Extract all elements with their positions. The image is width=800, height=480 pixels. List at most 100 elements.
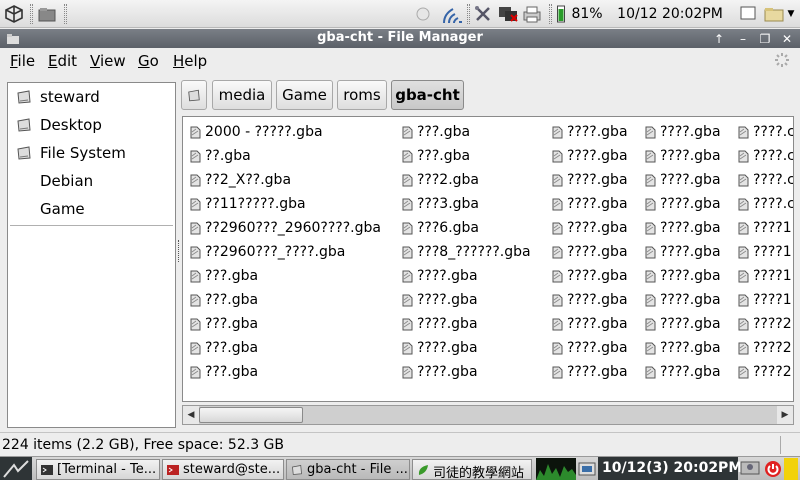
horizontal-scrollbar[interactable]: ◀ ▶ xyxy=(182,405,794,425)
app-menu-icon[interactable] xyxy=(2,0,26,28)
menu-file[interactable]: File xyxy=(10,52,35,70)
notification-icon[interactable] xyxy=(414,0,432,28)
file-icon xyxy=(552,294,563,307)
status-separator xyxy=(780,436,781,454)
file-name: ????.c xyxy=(753,124,794,140)
path-segment-roms[interactable]: roms xyxy=(337,80,387,110)
user-switch-icon[interactable] xyxy=(740,460,760,478)
menu-go[interactable]: Go xyxy=(138,52,159,70)
file-name: ???.gba xyxy=(205,316,259,332)
file-icon xyxy=(190,222,201,235)
panel-separator xyxy=(30,4,33,24)
file-icon xyxy=(190,318,201,331)
place-desktop[interactable]: Desktop xyxy=(8,112,175,138)
place-debian[interactable]: Debian xyxy=(8,168,175,194)
top-clock[interactable]: 10/12 20:02PM xyxy=(617,6,723,22)
file-name: ????.c xyxy=(753,196,794,212)
file-name: ???.gba xyxy=(205,268,259,284)
menu-help[interactable]: Help xyxy=(173,52,207,70)
file-icon xyxy=(402,150,413,163)
start-menu-icon[interactable] xyxy=(0,457,32,480)
shade-button[interactable]: ↑ xyxy=(710,31,728,46)
drive-icon xyxy=(17,146,31,160)
scroll-right-button[interactable]: ▶ xyxy=(777,406,793,424)
file-name: ????.gba xyxy=(567,268,628,284)
path-segment-game[interactable]: Game xyxy=(276,80,333,110)
menu-edit[interactable]: Edit xyxy=(48,52,77,70)
drive-icon xyxy=(17,118,31,132)
panel-separator xyxy=(549,4,552,24)
file-name: ??.gba xyxy=(205,148,251,164)
panel-separator xyxy=(467,4,470,24)
maximize-button[interactable]: ❐ xyxy=(756,31,774,46)
taskbar-clock[interactable]: 10/12(3) 20:02PM xyxy=(602,460,742,476)
place-game[interactable]: Game xyxy=(8,196,175,222)
task-terminal[interactable]: [Terminal - Te... xyxy=(36,459,160,480)
file-name: ????.gba xyxy=(660,196,721,212)
file-name: ????.gba xyxy=(660,172,721,188)
file-name: ????.gba xyxy=(567,340,628,356)
top-clock-area[interactable]: 10/12 20:02PM xyxy=(610,0,730,28)
path-segment-gba-cht[interactable]: gba-cht xyxy=(391,80,464,110)
file-name: ????.c xyxy=(753,172,794,188)
wifi-signal-icon[interactable] xyxy=(440,0,464,28)
trash-icon[interactable] xyxy=(784,458,798,480)
file-name: ????.gba xyxy=(660,340,721,356)
cpu-monitor-graph xyxy=(536,458,576,480)
place-file-system[interactable]: File System xyxy=(8,140,175,166)
file-name: ???.gba xyxy=(205,364,259,380)
place-label: steward xyxy=(40,88,100,106)
file-icon xyxy=(552,342,563,355)
file-name: ????1 xyxy=(753,292,792,308)
minimize-button[interactable]: – xyxy=(734,31,752,46)
file-icon xyxy=(738,246,749,259)
file-icon xyxy=(552,318,563,331)
network-disconnected-icon[interactable] xyxy=(496,0,520,28)
file-icon xyxy=(190,342,201,355)
panel-separator xyxy=(64,4,67,24)
leaf-icon xyxy=(418,465,428,475)
file-icon xyxy=(402,318,413,331)
printer-icon[interactable] xyxy=(520,0,544,28)
file-name: ???.gba xyxy=(205,292,259,308)
place-steward[interactable]: steward xyxy=(8,84,175,110)
menu-view[interactable]: View xyxy=(90,52,126,70)
task-browser[interactable]: 司徒的教學網站 xyxy=(412,459,532,480)
pane-resize-handle[interactable] xyxy=(178,240,181,262)
file-name: ????.gba xyxy=(417,316,478,332)
file-name: ????.gba xyxy=(567,172,628,188)
file-icon xyxy=(738,342,749,355)
file-icon xyxy=(738,222,749,235)
file-icon xyxy=(552,198,563,211)
screenshot-icon[interactable] xyxy=(578,460,596,478)
file-name: ????.gba xyxy=(567,124,628,140)
close-button[interactable]: ✕ xyxy=(778,31,796,46)
scrollbar-thumb[interactable] xyxy=(199,407,303,423)
menu-bar: File Edit View Go Help xyxy=(0,48,800,74)
file-list-view[interactable]: 2000 - ?????.gba ??.gba ??2_X??.gba ??11???… xyxy=(182,116,794,402)
file-icon xyxy=(645,294,656,307)
file-icon xyxy=(738,270,749,283)
file-icon xyxy=(190,294,201,307)
scroll-left-button[interactable]: ◀ xyxy=(183,406,199,424)
path-root-button[interactable] xyxy=(181,80,207,110)
task-steward-terminal[interactable]: steward@ste... xyxy=(162,459,284,480)
folder-launcher-icon[interactable] xyxy=(36,0,58,28)
battery-icon[interactable] xyxy=(554,0,568,28)
path-segment-media[interactable]: media xyxy=(212,80,272,110)
file-name: ??2960???_????.gba xyxy=(205,244,346,260)
task-file-manager[interactable]: gba-cht - File ... xyxy=(286,459,410,480)
file-icon xyxy=(645,366,656,379)
settings-tools-icon[interactable] xyxy=(472,0,494,28)
sidebar-divider xyxy=(10,225,173,226)
desktop-switch-icon[interactable] xyxy=(738,0,758,28)
file-name: ????2 xyxy=(753,316,792,332)
power-icon[interactable] xyxy=(764,460,782,478)
title-bar[interactable]: gba-cht - File Manager ↑ – ❐ ✕ xyxy=(0,29,800,48)
file-name: ???.gba xyxy=(417,124,471,140)
file-icon xyxy=(190,126,201,139)
file-icon xyxy=(402,342,413,355)
file-icon xyxy=(402,270,413,283)
places-folder-icon[interactable]: ▼ xyxy=(760,0,798,28)
file-icon xyxy=(552,126,563,139)
